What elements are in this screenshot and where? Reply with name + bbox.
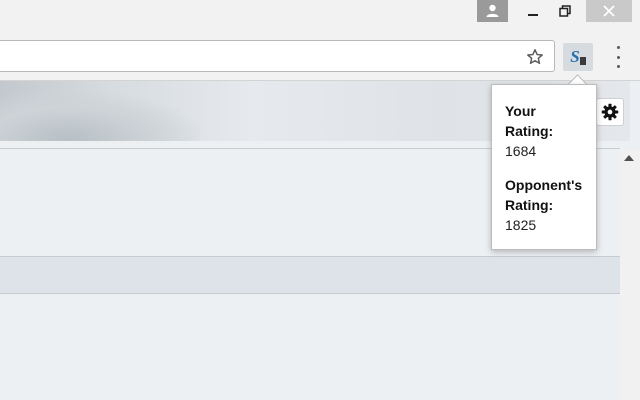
extension-button[interactable]: S (563, 43, 593, 71)
address-bar[interactable] (0, 40, 555, 72)
content-bar (0, 256, 620, 294)
restore-icon (559, 5, 571, 17)
close-icon (603, 5, 615, 17)
gear-icon (601, 103, 619, 121)
star-icon (527, 49, 543, 65)
minimize-button[interactable] (516, 0, 550, 22)
settings-button[interactable] (596, 98, 624, 126)
profile-button[interactable] (477, 0, 508, 22)
opponent-rating-label-line2: Rating: (505, 197, 554, 213)
extension-logo-icon: S (570, 47, 580, 66)
person-icon (486, 4, 499, 17)
browser-toolbar: S (0, 33, 640, 81)
minimize-icon (528, 14, 538, 16)
kebab-menu-icon (616, 46, 620, 49)
window-titlebar (0, 0, 640, 33)
bookmark-button[interactable] (525, 47, 545, 67)
banner-image (0, 91, 200, 141)
close-button[interactable] (586, 0, 632, 22)
rating-popup: Your Rating: 1684 Opponent's Rating: 182… (491, 84, 597, 250)
your-rating-value: 1684 (505, 143, 537, 159)
your-rating-label-line2: Rating: (505, 123, 554, 139)
extension-badge-icon (579, 57, 586, 65)
opponent-rating-label-line1: Opponent's (505, 177, 583, 193)
opponent-rating-value: 1825 (505, 217, 537, 233)
your-rating-label-line1: Your (505, 103, 536, 119)
scrollbar[interactable] (620, 150, 640, 400)
menu-button[interactable] (610, 46, 626, 68)
restore-button[interactable] (548, 0, 582, 22)
scroll-up-arrow-icon[interactable] (624, 155, 634, 161)
